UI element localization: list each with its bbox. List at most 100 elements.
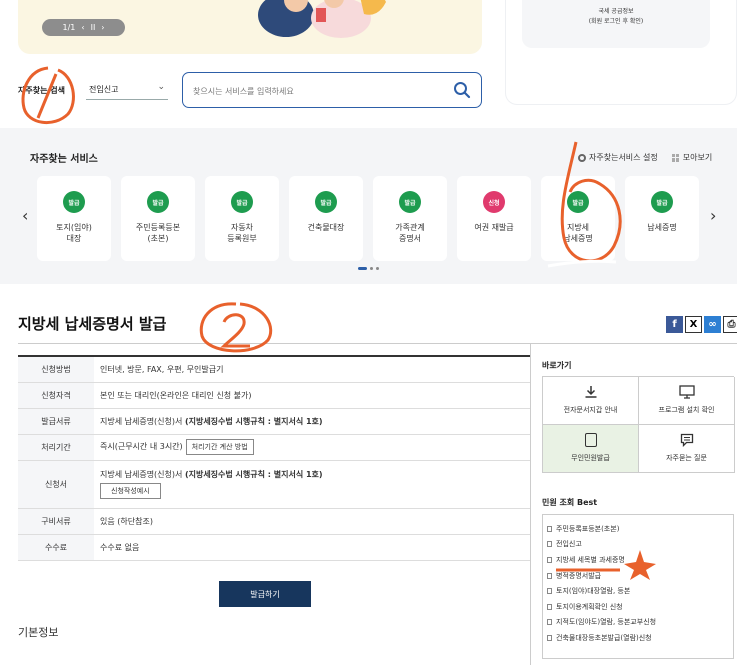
banner-pager[interactable]: 1/1 ‹ II › [42,19,125,36]
frequent-services-title: 자주찾는 서비스 [30,154,98,165]
list-item[interactable]: 주민등록표등본(초본) [547,521,733,537]
chevron-down-icon: ⌄ [157,82,165,92]
quick-link-label: 프로그램 설치 확인 [658,406,715,414]
application-example-button[interactable]: 신청작성예시 [100,483,161,499]
document-icon [547,541,552,548]
download-icon [585,386,596,398]
service-card[interactable]: 발급지방세 납세증명 [541,176,615,261]
document-icon [547,525,552,532]
quick-link-label: 무인민원발급 [571,454,610,462]
carousel-dots[interactable] [358,267,379,270]
grid-icon [671,153,680,162]
row-key: 신청방법 [18,356,94,383]
service-card[interactable]: 발급자동차 등록원부 [205,176,279,261]
service-name: 여권 재발급 [474,223,514,232]
table-row: 신청자격 본인 또는 대리인(온라인은 대리인 신청 불가) [18,382,530,409]
table-row: 신청방법 인터넷, 방문, FAX, 우편, 무인발급기 [18,356,530,383]
row-key: 수수료 [18,534,94,561]
pager-count: 1/1 [62,23,76,32]
annotation-circle-2 [199,302,273,353]
service-name: 지방세 납세증명 [563,223,593,243]
frequent-settings-link[interactable]: 자주찾는서비스 설정 [578,152,658,163]
service-card[interactable]: 발급가족관계 증명서 [373,176,447,261]
login-info-box: 국세 공급정보 (회원 로그인 후 확인) [522,0,710,48]
service-card[interactable]: 발급 토지(임야) 대장 [37,176,111,261]
frequent-services-tools: 자주찾는서비스 설정 모아보기 [578,152,712,163]
value-text: 즉시(근무시간 내 3시간) [100,442,183,451]
apply-badge: 신청 [483,191,505,213]
document-icon [547,572,552,579]
document-icon [547,556,552,563]
table-row: 수수료 수수료 없음 [18,534,530,561]
x-icon[interactable]: X [685,316,702,333]
service-card[interactable]: 신청여권 재발급 [457,176,531,261]
quick-link[interactable]: 프로그램 설치 확인 [639,377,735,425]
value-text: 지방세 납세증명(신청)서 [100,470,185,479]
frequent-search-select[interactable]: 전입신고 ⌄ [86,80,168,100]
row-key: 신청자격 [18,382,94,409]
chevron-left-icon[interactable]: ‹ [22,206,28,225]
service-name: 자동차 등록원부 [227,223,257,243]
gear-icon [578,153,586,162]
list-item[interactable]: 토지이용계획확인 신청 [547,599,733,615]
main-banner[interactable]: 1/1 ‹ II › [18,0,482,54]
issue-badge: 발급 [399,191,421,213]
list-item[interactable]: 지방세 세목별 과세증명 [547,552,733,568]
search-box [182,72,482,108]
table-row: 신청서 지방세 납세증명(신청)서 (지방세징수법 시행규칙 : 별지서식 1호… [18,460,530,509]
row-value: 즉시(근무시간 내 3시간) 처리기간 계산 방법 [94,434,530,461]
list-item-label: 주민등록표등본(초본) [556,524,620,533]
pager-prev-button[interactable]: ‹ [81,23,84,32]
quick-link[interactable]: 무인민원발급 [543,425,639,473]
list-item-label: 토지(임야)대장열람, 등본 [556,587,631,596]
list-item[interactable]: 병적증명서발급 [547,568,733,584]
print-icon[interactable]: ⎙ [723,316,737,333]
document-icon [547,619,552,626]
issue-badge: 발급 [567,191,589,213]
facebook-icon[interactable]: f [666,316,683,333]
list-item[interactable]: 토지(임야)대장열람, 등본 [547,583,733,599]
best-list-title: 민원 조회 Best [542,498,598,507]
collect-view-link[interactable]: 모아보기 [671,152,712,163]
search-input[interactable] [193,82,433,100]
row-key: 신청서 [18,460,94,509]
service-name: 건축물대장 [307,223,345,232]
issue-badge: 발급 [315,191,337,213]
list-item[interactable]: 전입신고 [547,537,733,553]
list-item-label: 지방세 세목별 과세증명 [556,555,625,564]
quick-link[interactable]: 자주묻는 질문 [639,425,735,473]
service-card[interactable]: 발급 주민등록등본 (초본) [121,176,195,261]
issue-badge: 발급 [231,191,253,213]
list-item-label: 토지이용계획확인 신청 [556,602,623,611]
row-key: 처리기간 [18,434,94,461]
list-item[interactable]: 건축물대장등초본발급(열람)신청 [547,630,733,646]
row-key: 발급서류 [18,408,94,435]
kiosk-icon [584,433,597,447]
frequent-settings-label: 자주찾는서비스 설정 [589,153,658,162]
service-name: 납세증명 [647,223,677,232]
row-value: 인터넷, 방문, FAX, 우편, 무인발급기 [94,356,530,383]
pager-pause-button[interactable]: II [91,23,96,32]
service-card[interactable]: 발급 납세증명 [625,176,699,261]
chat-icon [680,433,693,447]
row-value: 수수료 없음 [94,534,530,561]
quick-links-title: 바로가기 [542,361,572,370]
issue-button[interactable]: 발급하기 [219,581,311,607]
quick-link-label: 전자문서지갑 안내 [563,406,618,414]
service-card[interactable]: 발급건축물대장 [289,176,363,261]
list-item[interactable]: 지적도(임야도)열람, 등본교부신청 [547,615,733,631]
value-bold[interactable]: (지방세징수법 시행규칙 : 별지서식 1호) [185,470,323,479]
quick-link[interactable]: 전자문서지갑 안내 [543,377,639,425]
issue-badge: 발급 [147,191,169,213]
service-name: 가족관계 증명서 [395,223,425,243]
pager-next-button[interactable]: › [101,23,104,32]
frequent-search-label: 자주찾는 검색 [18,86,65,95]
chevron-right-icon[interactable]: › [710,206,716,225]
search-icon[interactable] [453,81,471,99]
processing-time-button[interactable]: 처리기간 계산 방법 [185,439,254,455]
value-bold[interactable]: (지방세징수법 시행규칙 : 별지서식 1호) [185,417,323,426]
link-icon[interactable]: ∞ [704,316,721,333]
table-row: 처리기간 즉시(근무시간 내 3시간) 처리기간 계산 방법 [18,434,530,461]
page-title: 지방세 납세증명서 발급 [18,315,167,333]
banner-illustration [258,0,386,38]
